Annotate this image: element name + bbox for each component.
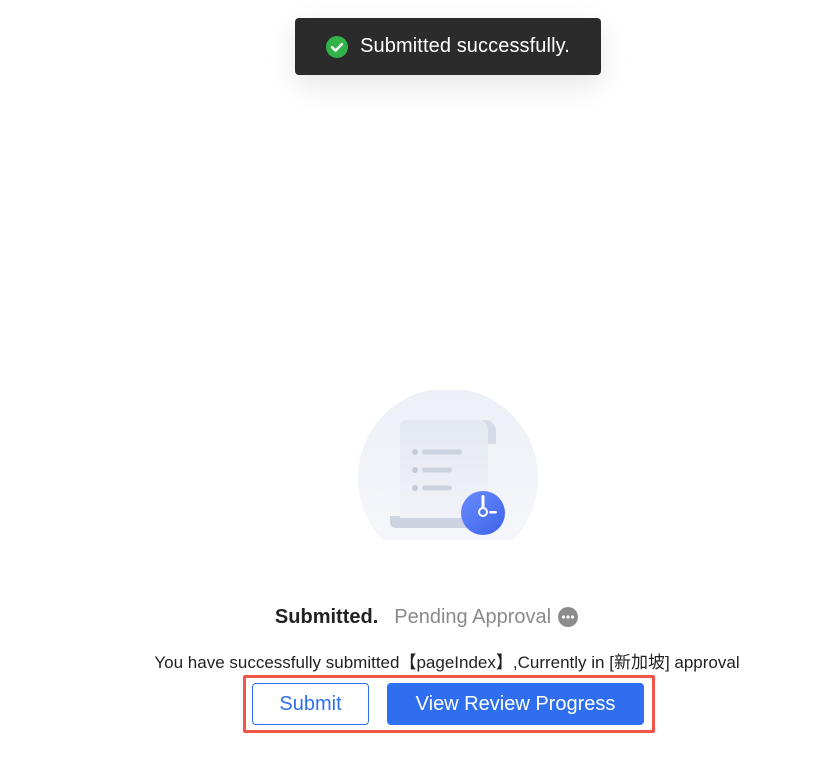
document-clock-icon [358,390,538,540]
pending-approval: Pending Approval [394,606,579,629]
success-toast: Submitted successfully. [295,18,601,75]
page: Submitted successfully. Submitted. Pendi… [0,0,814,774]
pending-label: Pending Approval [394,605,552,628]
more-icon[interactable] [557,606,579,628]
submit-button[interactable]: Submit [252,683,369,725]
status-line: Submitted. Pending Approval [0,604,814,630]
check-circle-icon [326,35,349,58]
submission-message: You have successfully submitted【pageInde… [154,653,740,672]
view-review-progress-button[interactable]: View Review Progress [387,683,644,725]
toast-message: Submitted successfully. [360,35,570,57]
status-title: Submitted. [274,605,379,628]
